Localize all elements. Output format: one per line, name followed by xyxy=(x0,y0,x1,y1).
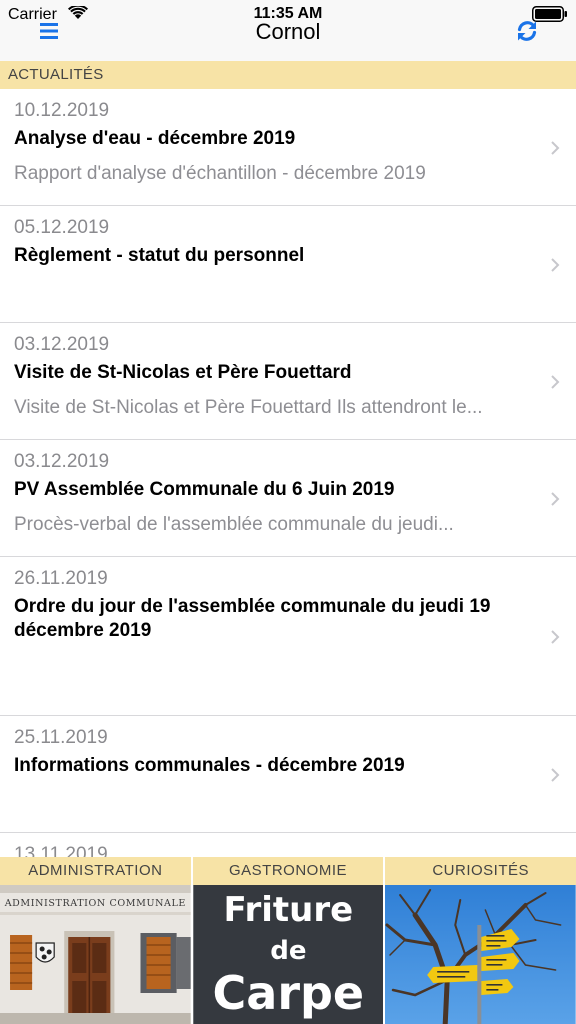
tile-gastronomie[interactable]: GASTRONOMIE Friture de Carpe xyxy=(192,857,384,1024)
news-title: PV Assemblée Communale du 6 Juin 2019 xyxy=(14,479,395,500)
news-subtitle: Rapport d'analyse d'échantillon - décemb… xyxy=(14,163,426,184)
news-list[interactable]: 10.12.2019 Analyse d'eau - décembre 2019… xyxy=(0,89,576,857)
news-subtitle: Visite de St-Nicolas et Père Fouettard I… xyxy=(14,397,483,418)
chevron-right-icon xyxy=(551,375,560,389)
news-title: Analyse d'eau - décembre 2019 xyxy=(14,128,296,149)
list-item[interactable]: 26.11.2019 Ordre du jour de l'assemblée … xyxy=(0,557,576,716)
news-date: 05.12.2019 xyxy=(14,217,110,238)
news-date: 26.11.2019 xyxy=(14,568,108,589)
tile-label: CURIOSITÉS xyxy=(385,857,576,885)
tile-curiosites[interactable]: CURIOSITÉS xyxy=(385,857,576,1024)
hamburger-menu-icon[interactable] xyxy=(36,20,62,42)
news-title: Règlement - statut du personnel xyxy=(14,245,305,266)
news-date: 25.11.2019 xyxy=(14,727,108,748)
friture-text: Friture xyxy=(223,890,353,930)
list-item[interactable]: 25.11.2019 Informations communales - déc… xyxy=(0,716,576,833)
news-date: 13.11.2019 xyxy=(14,844,108,857)
chevron-right-icon xyxy=(551,768,560,782)
carpe-text: Carpe xyxy=(212,966,364,1020)
tile-label: GASTRONOMIE xyxy=(192,857,384,885)
chevron-right-icon xyxy=(551,141,560,155)
chevron-right-icon xyxy=(551,492,560,506)
page-title: Cornol xyxy=(255,19,321,44)
list-item[interactable]: 03.12.2019 Visite de St-Nicolas et Père … xyxy=(0,323,576,440)
news-title: Visite de St-Nicolas et Père Fouettard xyxy=(14,362,352,383)
navigation-bar: Carrier 11:35 AM Cornol xyxy=(0,0,576,61)
list-item[interactable]: 03.12.2019 PV Assemblée Communale du 6 J… xyxy=(0,440,576,557)
chevron-right-icon xyxy=(551,630,560,644)
refresh-icon[interactable] xyxy=(514,18,540,44)
news-date: 03.12.2019 xyxy=(14,334,110,355)
category-tiles: ADMINISTRATION ADMINISTRATION COMMUNALE xyxy=(0,857,576,1024)
news-date: 10.12.2019 xyxy=(14,100,110,121)
news-subtitle: Procès-verbal de l'assemblée communale d… xyxy=(14,514,454,535)
list-item[interactable]: 10.12.2019 Analyse d'eau - décembre 2019… xyxy=(0,89,576,206)
administration-building-image: ADMINISTRATION COMMUNALE xyxy=(0,885,191,1024)
chevron-right-icon xyxy=(551,258,560,272)
list-item[interactable]: 13.11.2019 xyxy=(0,833,576,857)
section-header: ACTUALITÉS xyxy=(0,61,576,89)
section-title: ACTUALITÉS xyxy=(8,66,104,83)
administration-sign-text: ADMINISTRATION COMMUNALE xyxy=(4,898,186,909)
news-title: Informations communales - décembre 2019 xyxy=(14,755,405,776)
list-item[interactable]: 05.12.2019 Règlement - statut du personn… xyxy=(0,206,576,323)
signpost-tree-image xyxy=(385,885,576,1024)
friture-de-carpe-image: Friture de Carpe xyxy=(193,885,384,1024)
tile-administration[interactable]: ADMINISTRATION ADMINISTRATION COMMUNALE xyxy=(0,857,191,1024)
de-text: de xyxy=(270,936,306,966)
tile-label: ADMINISTRATION xyxy=(0,857,191,885)
news-title: Ordre du jour de l'assemblée communale d… xyxy=(14,596,491,641)
news-date: 03.12.2019 xyxy=(14,451,110,472)
